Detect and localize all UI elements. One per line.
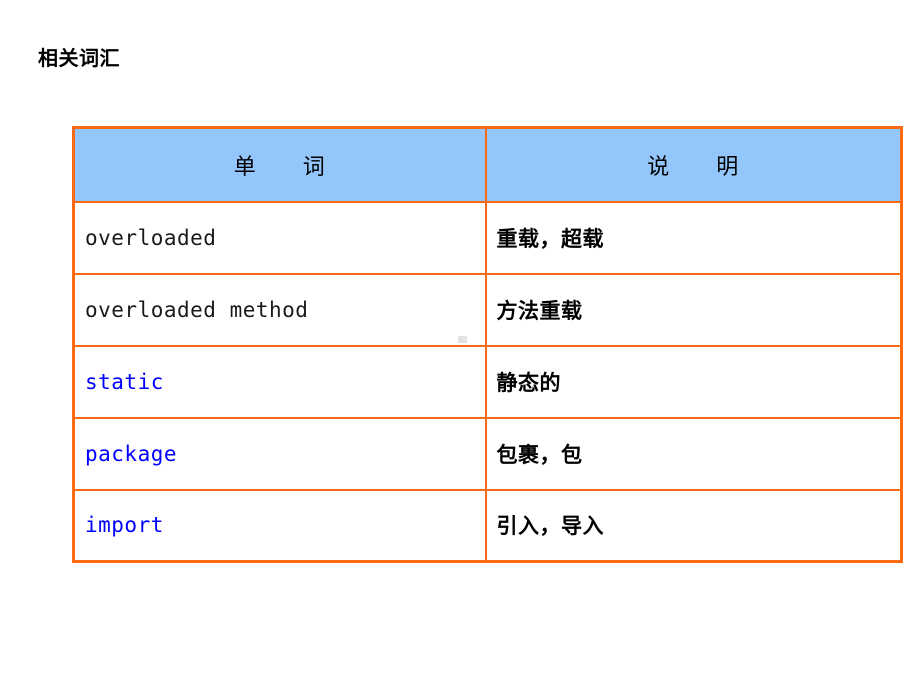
vocabulary-table-container: 单 词 说 明 overloaded 重载，超载 overloaded meth… xyxy=(72,126,903,563)
slide-canvas: 相关词汇 单 词 说 明 overloaded 重载，超载 overloaded xyxy=(0,0,920,690)
table-row: static 静态的 xyxy=(72,344,903,419)
cell-word: package xyxy=(72,416,487,491)
column-header-word: 单 词 xyxy=(72,126,487,203)
table-row: overloaded 重载，超载 xyxy=(72,200,903,275)
cell-word: overloaded method xyxy=(72,272,487,347)
table-header-row: 单 词 说 明 xyxy=(72,126,903,203)
cell-description: 静态的 xyxy=(484,344,903,419)
vocabulary-table: 单 词 说 明 overloaded 重载，超载 overloaded meth… xyxy=(72,126,903,563)
cell-description: 引入，导入 xyxy=(484,488,903,563)
cell-description: 包裹，包 xyxy=(484,416,903,491)
table-row: package 包裹，包 xyxy=(72,416,903,491)
cell-description: 方法重载 xyxy=(484,272,903,347)
column-header-description: 说 明 xyxy=(484,126,903,203)
image-artifact-mark xyxy=(458,336,467,343)
cell-word: overloaded xyxy=(72,200,487,275)
page-title: 相关词汇 xyxy=(38,46,120,71)
table-row: import 引入，导入 xyxy=(72,488,903,563)
table-row: overloaded method 方法重载 xyxy=(72,272,903,347)
cell-word: import xyxy=(72,488,487,563)
cell-description: 重载，超载 xyxy=(484,200,903,275)
cell-word: static xyxy=(72,344,487,419)
